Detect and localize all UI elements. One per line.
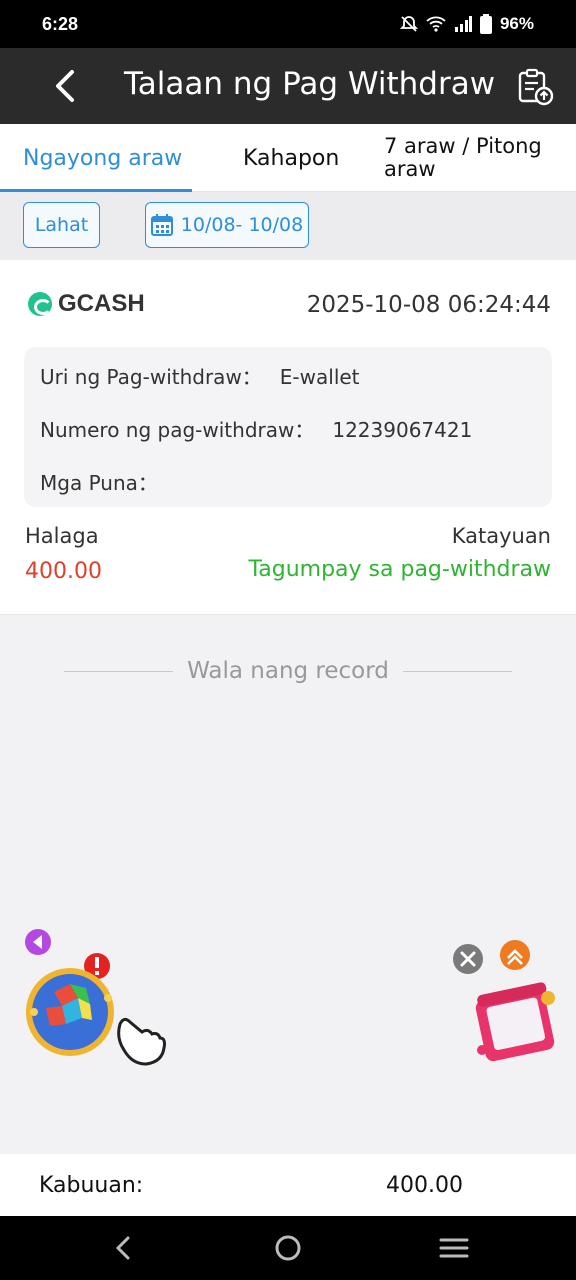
provider-logo: GCASH [28, 290, 145, 318]
withdraw-type-value: E-wallet [279, 365, 360, 389]
date-range-label: 10/08- 10/08 [180, 214, 304, 236]
nav-home-icon[interactable] [270, 1230, 306, 1266]
expand-up-icon[interactable] [500, 940, 530, 970]
nav-recents-icon[interactable] [436, 1230, 472, 1266]
gcash-icon [28, 292, 52, 316]
hand-pointer-icon [117, 1017, 166, 1066]
provider-name: GCASH [58, 290, 145, 317]
system-nav-bar [0, 1216, 576, 1280]
cube-globe-icon [26, 968, 114, 1056]
no-more-records-text: Wala nang record [187, 658, 389, 684]
total-value: 400.00 [386, 1173, 463, 1198]
document-upload-icon[interactable] [516, 68, 554, 106]
wifi-icon [426, 16, 446, 32]
tab-today[interactable]: Ngayong araw [23, 124, 182, 192]
status-icons: 96% [399, 14, 534, 34]
close-icon[interactable] [453, 944, 483, 974]
status-value: Tagumpay sa pag-withdraw [248, 557, 551, 582]
withdraw-type-label: Uri ng Pag-withdraw： [40, 365, 262, 389]
status-time: 6:28 [42, 13, 79, 34]
chevron-left-icon[interactable] [52, 68, 82, 104]
withdraw-number-label: Numero ng pag-withdraw： [40, 418, 315, 442]
filter-all-button[interactable]: Lahat [23, 202, 100, 248]
tab-seven-days[interactable]: 7 araw / Pitong araw [384, 124, 554, 192]
total-label: Kabuuan: [39, 1173, 144, 1198]
nav-back-icon[interactable] [106, 1230, 142, 1266]
date-tabs: Ngayong araw Kahapon 7 araw / Pitong ara… [0, 124, 576, 192]
status-bar: 6:28 96% [0, 0, 576, 48]
amount-value: 400.00 [25, 559, 102, 584]
battery-icon [479, 14, 492, 34]
amount-label: Halaga [25, 524, 99, 548]
record-datetime: 2025-10-08 06:24:44 [306, 292, 551, 318]
divider-line [402, 670, 513, 672]
status-label: Katayuan [451, 524, 551, 548]
withdraw-type-row: Uri ng Pag-withdraw： E-wallet [40, 361, 360, 390]
floating-gift-widget[interactable] [452, 938, 562, 1068]
calendar-icon [150, 214, 173, 236]
tab-yesterday[interactable]: Kahapon [243, 124, 339, 192]
collapse-left-icon[interactable] [25, 929, 51, 955]
list-end-divider: Wala nang record [64, 658, 513, 684]
withdraw-number-value: 12239067421 [332, 418, 473, 442]
floating-game-widget[interactable] [24, 928, 169, 1073]
gift-box-icon [475, 982, 555, 1062]
withdraw-number-row: Numero ng pag-withdraw： 12239067421 [40, 414, 472, 443]
total-footer: Kabuuan: 400.00 [0, 1154, 576, 1216]
remarks-label: Mga Puna： [40, 471, 158, 495]
withdraw-record[interactable]: GCASH 2025-10-08 06:24:44 Uri ng Pag-wit… [0, 260, 576, 615]
date-range-button[interactable]: 10/08- 10/08 [145, 202, 309, 248]
page-title: Talaan ng Pag Withdraw [124, 66, 496, 102]
app-header: Talaan ng Pag Withdraw [0, 48, 576, 124]
divider-line [64, 670, 174, 672]
remarks-row: Mga Puna： [40, 467, 176, 496]
signal-icon [454, 16, 472, 32]
battery-percent: 96% [499, 14, 534, 33]
do-not-disturb-icon [399, 16, 418, 32]
filter-bar: Lahat 10/08- 10/08 [0, 192, 576, 260]
record-details: Uri ng Pag-withdraw： E-wallet Numero ng p… [24, 347, 552, 507]
